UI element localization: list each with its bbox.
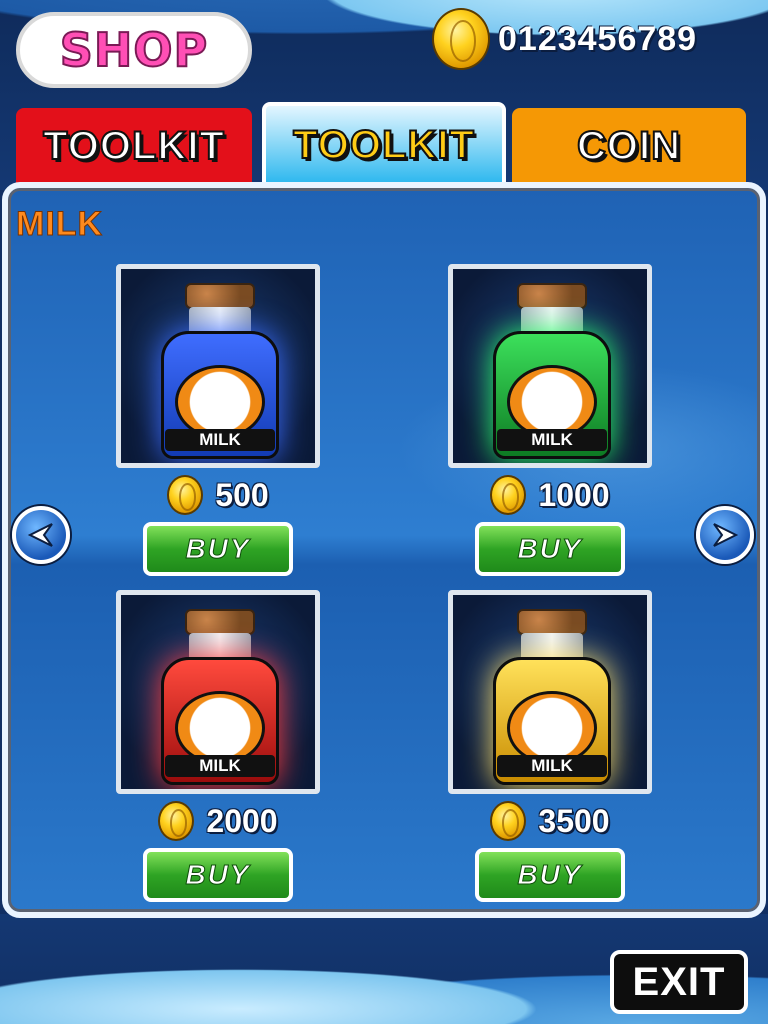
buy-button[interactable]: BUY	[475, 522, 625, 576]
cow-icon	[175, 691, 265, 765]
milk-label: MILK	[165, 429, 275, 451]
cork-icon	[185, 609, 255, 635]
price: 3500	[538, 802, 610, 839]
exit-button[interactable]: EXIT	[610, 950, 748, 1014]
arrow-right-icon	[713, 523, 739, 547]
cow-icon	[507, 365, 597, 439]
milk-label: MILK	[497, 755, 607, 777]
milk-label: MILK	[497, 429, 607, 451]
product-card-blue: MILK 500 BUY	[116, 264, 320, 576]
cork-icon	[517, 283, 587, 309]
coin-counter: 0123456789	[432, 6, 697, 72]
cork-icon	[517, 609, 587, 635]
coin-icon	[158, 801, 195, 841]
milk-label: MILK	[165, 755, 275, 777]
shop-logo: SHOP	[16, 12, 252, 88]
buy-button[interactable]: BUY	[143, 848, 293, 902]
buy-button[interactable]: BUY	[475, 848, 625, 902]
buy-button[interactable]: BUY	[143, 522, 293, 576]
arrow-left-icon	[27, 523, 53, 547]
coin-icon	[490, 475, 527, 515]
cow-icon	[507, 691, 597, 765]
price: 1000	[538, 476, 610, 513]
product-card-gold: MILK 3500 BUY	[448, 590, 652, 902]
product-card-red: MILK 2000 BUY	[116, 590, 320, 902]
next-page-button[interactable]	[696, 506, 754, 564]
shop-logo-text: SHOP	[59, 22, 209, 78]
price-row: 1000	[448, 472, 652, 518]
product-card-green: MILK 1000 BUY	[448, 264, 652, 576]
milk-bottle-red-image[interactable]: MILK	[116, 590, 320, 794]
section-title: MILK	[15, 205, 104, 244]
coin-icon	[432, 8, 490, 70]
price: 500	[215, 476, 269, 513]
tab-toolkit-red[interactable]: TOOLKIT	[16, 108, 252, 184]
coin-total: 0123456789	[498, 19, 698, 58]
price-row: 2000	[116, 798, 320, 844]
coin-icon	[490, 801, 527, 841]
price: 2000	[206, 802, 278, 839]
price-row: 3500	[448, 798, 652, 844]
prev-page-button[interactable]	[12, 506, 70, 564]
tab-toolkit-active[interactable]: TOOLKIT	[262, 102, 506, 184]
price-row: 500	[116, 472, 320, 518]
coin-icon	[167, 475, 204, 515]
milk-bottle-gold-image[interactable]: MILK	[448, 590, 652, 794]
tab-coin[interactable]: COIN	[512, 108, 746, 184]
milk-bottle-green-image[interactable]: MILK	[448, 264, 652, 468]
cow-icon	[175, 365, 265, 439]
milk-bottle-blue-image[interactable]: MILK	[116, 264, 320, 468]
cork-icon	[185, 283, 255, 309]
